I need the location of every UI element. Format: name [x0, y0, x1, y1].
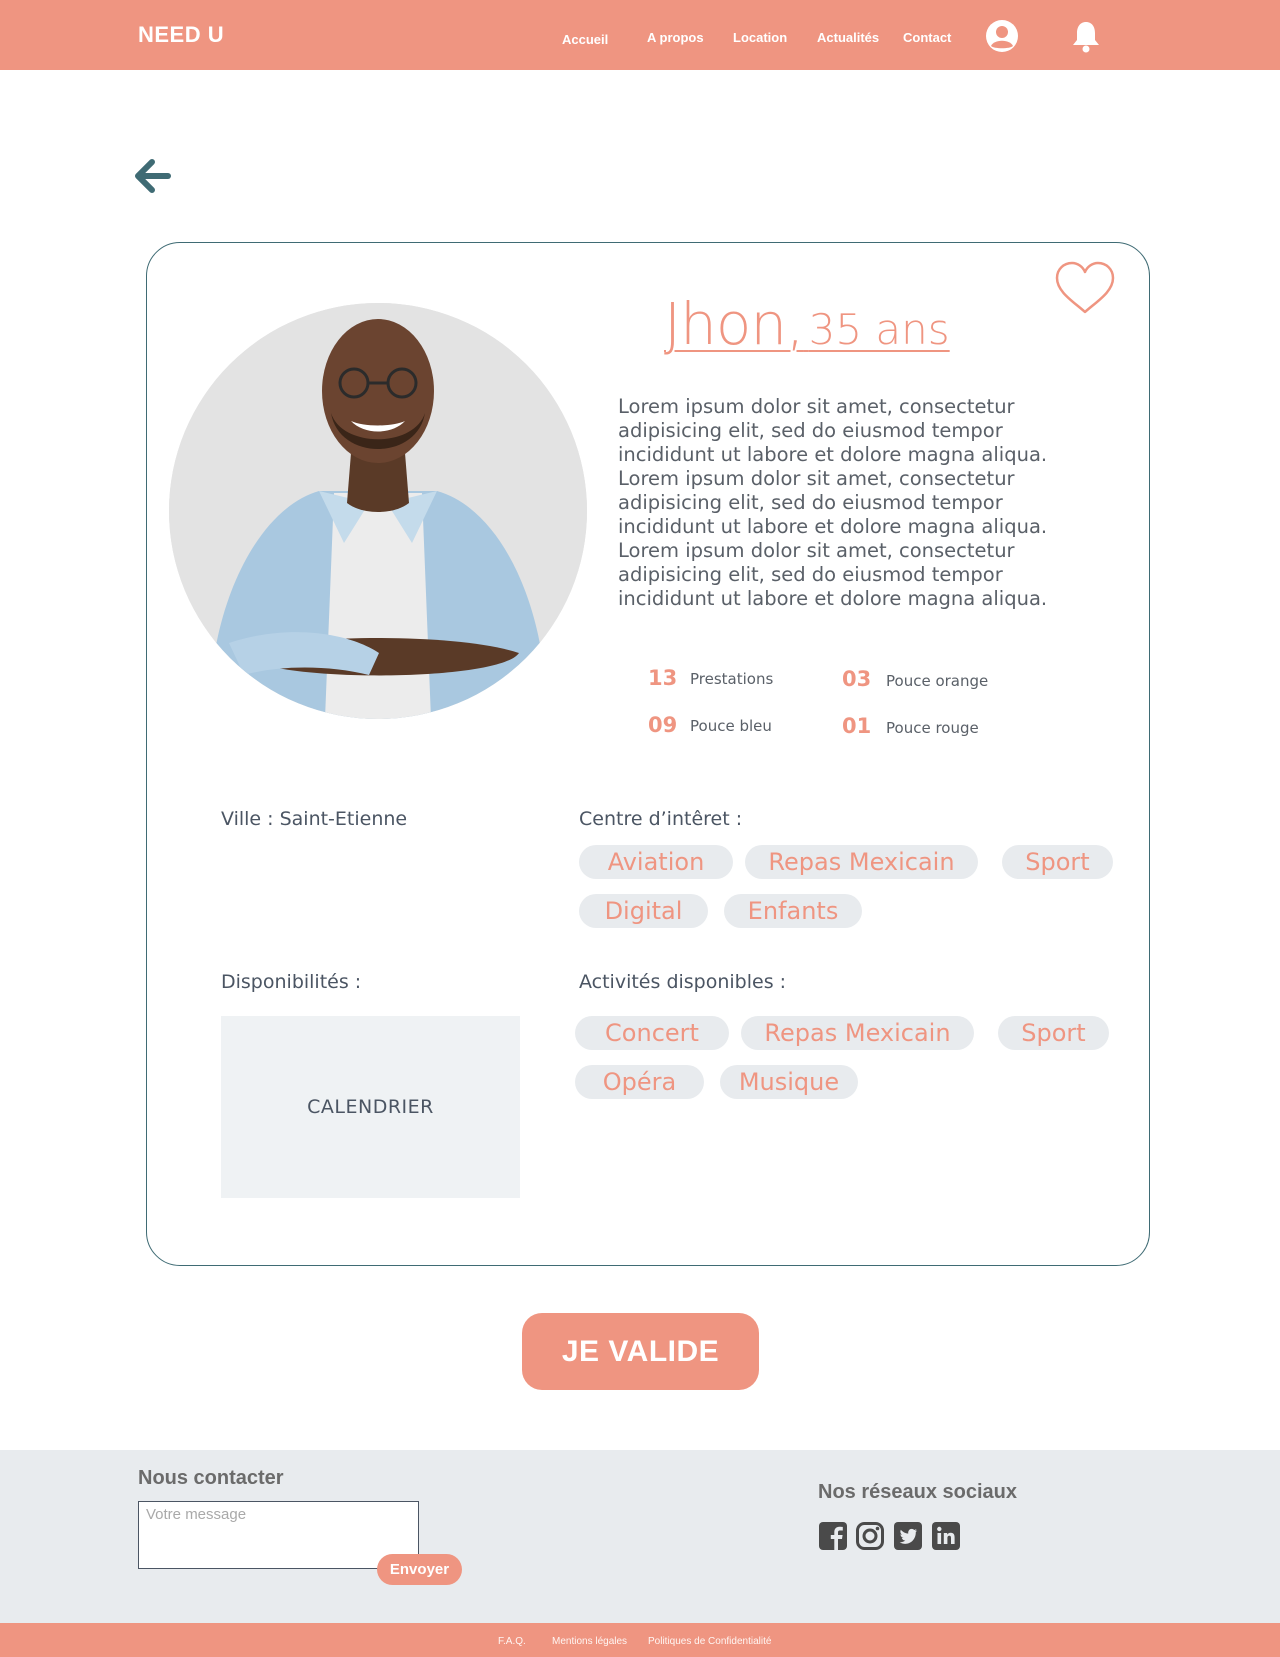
- profile-bio: Lorem ipsum dolor sit amet, consectetur …: [618, 395, 1048, 610]
- interest-tag[interactable]: Digital: [579, 894, 708, 928]
- interest-tag[interactable]: Sport: [1002, 845, 1113, 879]
- nav-a-propos[interactable]: A propos: [647, 30, 704, 45]
- faq-link[interactable]: F.A.Q.: [498, 1636, 526, 1647]
- facebook-icon[interactable]: [818, 1521, 848, 1551]
- availability-calendar[interactable]: CALENDRIER: [221, 1016, 520, 1198]
- contact-title: Nous contacter: [138, 1467, 284, 1489]
- profile-age: 35 ans: [808, 305, 950, 354]
- activity-tag[interactable]: Sport: [998, 1016, 1109, 1050]
- user-avatar-icon[interactable]: [984, 18, 1020, 54]
- profile-name-text: Jhon,: [664, 290, 805, 358]
- bottom-bar: [0, 1623, 1280, 1657]
- nav-actualites[interactable]: Actualités: [817, 30, 879, 45]
- stat-pouce-orange-label: Pouce orange: [886, 672, 989, 690]
- back-arrow-icon[interactable]: [134, 158, 174, 194]
- interest-tag[interactable]: Aviation: [579, 845, 733, 879]
- heart-icon[interactable]: [1054, 260, 1116, 316]
- brand-logo[interactable]: NEED U: [138, 22, 224, 48]
- activity-tag[interactable]: Musique: [720, 1065, 858, 1099]
- activity-tag[interactable]: Concert: [575, 1016, 729, 1050]
- nav-location[interactable]: Location: [733, 30, 787, 45]
- privacy-link[interactable]: Politiques de Confidentialité: [648, 1636, 771, 1647]
- bell-icon[interactable]: [1068, 18, 1104, 54]
- stat-pouce-bleu-value: 09: [648, 713, 678, 737]
- nav-contact[interactable]: Contact: [903, 30, 951, 45]
- stat-pouce-rouge-value: 01: [842, 714, 872, 738]
- stat-pouce-bleu-label: Pouce bleu: [690, 717, 772, 735]
- stat-prestations-value: 13: [648, 666, 678, 690]
- send-button[interactable]: Envoyer: [377, 1554, 462, 1585]
- nav-accueil[interactable]: Accueil: [562, 32, 608, 47]
- message-field[interactable]: [138, 1501, 419, 1569]
- stat-pouce-orange-value: 03: [842, 667, 872, 691]
- interests-label: Centre d’intêret :: [579, 808, 743, 830]
- city-label: Ville : Saint-Etienne: [221, 808, 408, 830]
- availability-label: Disponibilités :: [221, 971, 362, 993]
- profile-photo: [169, 303, 587, 719]
- activity-tag[interactable]: Opéra: [575, 1065, 704, 1099]
- instagram-icon[interactable]: [855, 1521, 885, 1551]
- stat-prestations-label: Prestations: [690, 670, 774, 688]
- stat-pouce-rouge-label: Pouce rouge: [886, 719, 979, 737]
- activities-label: Activités disponibles :: [579, 971, 787, 993]
- interest-tag[interactable]: Enfants: [724, 894, 862, 928]
- linkedin-icon[interactable]: [931, 1521, 961, 1551]
- profile-name: Jhon, 35 ans: [664, 290, 950, 358]
- twitter-icon[interactable]: [893, 1521, 923, 1551]
- legal-link[interactable]: Mentions légales: [552, 1636, 627, 1647]
- validate-button[interactable]: JE VALIDE: [522, 1313, 759, 1390]
- social-title: Nos réseaux sociaux: [818, 1481, 1017, 1503]
- activity-tag[interactable]: Repas Mexicain: [741, 1016, 974, 1050]
- interest-tag[interactable]: Repas Mexicain: [745, 845, 978, 879]
